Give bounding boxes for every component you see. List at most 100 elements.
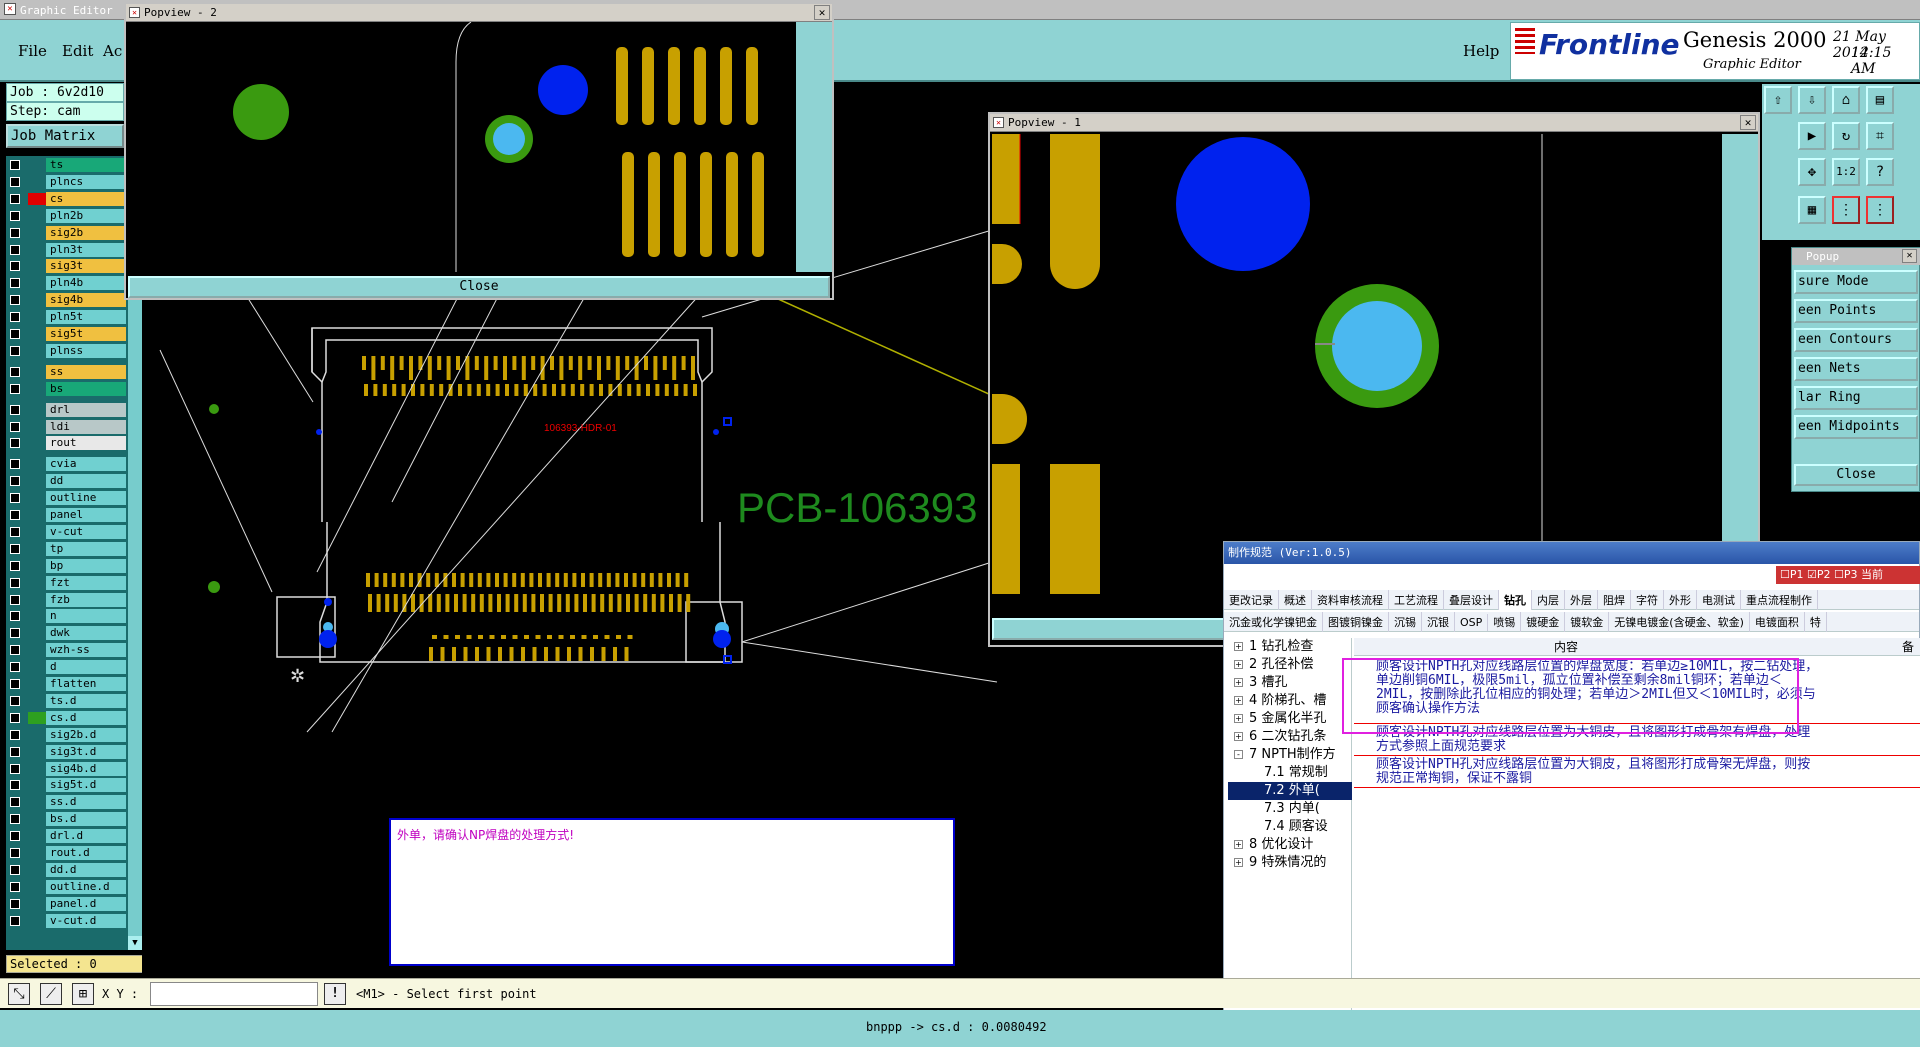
- layer-checkbox[interactable]: [10, 329, 20, 339]
- collapse-icon[interactable]: -: [1234, 750, 1243, 759]
- menu-edit[interactable]: Edit: [62, 42, 93, 60]
- close-icon[interactable]: ✕: [1740, 115, 1756, 130]
- layer-row-sig2b.d[interactable]: sig2b.d: [6, 727, 126, 742]
- rule-tab[interactable]: OSP: [1455, 614, 1489, 631]
- layer-checkbox[interactable]: [10, 510, 20, 520]
- layer-checkbox[interactable]: [10, 814, 20, 825]
- scale-button[interactable]: 1:2: [1832, 158, 1860, 186]
- layer-row-plnss[interactable]: plnss: [6, 343, 126, 358]
- layer-row-sig3t[interactable]: sig3t: [6, 259, 126, 274]
- layer-checkbox[interactable]: [10, 493, 20, 504]
- layer-row-rout[interactable]: rout: [6, 436, 126, 451]
- layer-checkbox[interactable]: [10, 560, 20, 571]
- tree-item[interactable]: +9 特殊情况的: [1228, 854, 1352, 872]
- measure-option[interactable]: een Points: [1794, 299, 1918, 323]
- layer-row-bp[interactable]: bp: [6, 558, 126, 573]
- tree-item[interactable]: +4 阶梯孔、槽: [1228, 692, 1352, 710]
- layer-row-cs.d[interactable]: cs.d: [6, 710, 126, 725]
- layer-row-dd.d[interactable]: dd.d: [6, 862, 126, 877]
- rule-tab[interactable]: 阻焊: [1598, 590, 1631, 610]
- rule-tab[interactable]: 电测试: [1697, 590, 1741, 610]
- question-icon[interactable]: ?: [1866, 158, 1894, 186]
- popview-2-close-button[interactable]: Close: [128, 276, 830, 298]
- layer-checkbox[interactable]: [10, 421, 20, 432]
- layer-checkbox[interactable]: [10, 244, 20, 255]
- expand-icon[interactable]: +: [1234, 678, 1243, 687]
- tree-item[interactable]: +5 金属化半孔: [1228, 710, 1352, 728]
- menu-actions[interactable]: Ac: [103, 42, 122, 60]
- layer-row-rout.d[interactable]: rout.d: [6, 846, 126, 860]
- layer-checkbox[interactable]: [10, 543, 20, 554]
- expand-icon[interactable]: +: [1234, 840, 1243, 849]
- layer-row-drl.d[interactable]: drl.d: [6, 829, 126, 844]
- xy-input[interactable]: [150, 982, 318, 1006]
- layer-checkbox[interactable]: [10, 898, 20, 909]
- tree-item[interactable]: -7 NPTH制作方: [1228, 746, 1352, 764]
- menu-file[interactable]: File: [18, 42, 47, 60]
- layer-row-dwk[interactable]: dwk: [6, 626, 126, 641]
- layer-checkbox[interactable]: [10, 366, 20, 377]
- layer-checkbox[interactable]: [10, 679, 20, 689]
- expand-icon[interactable]: +: [1234, 732, 1243, 741]
- tool-button-2[interactable]: ⇩: [1798, 86, 1826, 114]
- rule-tab[interactable]: 沉锡: [1389, 612, 1422, 632]
- layer-row-sig2b[interactable]: sig2b: [6, 225, 126, 240]
- close-icon[interactable]: ✕: [814, 5, 830, 20]
- layer-row-tp[interactable]: tp: [6, 541, 126, 556]
- p3-checkbox[interactable]: ☐: [1834, 568, 1844, 581]
- tree-item[interactable]: 7.1 常规制: [1228, 764, 1352, 782]
- job-matrix-button[interactable]: Job Matrix ...: [6, 124, 124, 164]
- layer-checkbox[interactable]: [10, 662, 20, 673]
- alert-icon[interactable]: !: [324, 983, 346, 1005]
- tree-item[interactable]: +6 二次钻孔条: [1228, 728, 1352, 746]
- tree-item[interactable]: 7.3 内单(: [1228, 800, 1352, 818]
- layer-row-ss[interactable]: ss: [6, 364, 126, 379]
- layer-row-ts.d[interactable]: ts.d: [6, 693, 126, 708]
- layer-checkbox[interactable]: [10, 881, 20, 892]
- layer-tool-2[interactable]: ⋮: [1866, 196, 1894, 224]
- move-icon[interactable]: ✥: [1798, 158, 1826, 186]
- measure-option[interactable]: lar Ring: [1794, 386, 1918, 410]
- close-icon[interactable]: ✕: [1902, 249, 1917, 263]
- layer-row-drl[interactable]: drl: [6, 402, 126, 417]
- layer-checkbox[interactable]: [10, 160, 20, 170]
- layer-row-panel[interactable]: panel: [6, 508, 126, 522]
- layer-checkbox[interactable]: [10, 628, 20, 639]
- rule-row[interactable]: 顾客设计NPTH孔对应线路层位置为大铜皮，且将图形打成骨架无焊盘，则按规范正常掏…: [1354, 756, 1920, 788]
- layer-checkbox[interactable]: [10, 345, 20, 356]
- layer-checkbox[interactable]: [10, 193, 20, 204]
- layer-row-wzh-ss[interactable]: wzh-ss: [6, 643, 126, 658]
- layer-checkbox[interactable]: [10, 729, 20, 740]
- layer-row-fzb[interactable]: fzb: [6, 592, 126, 607]
- layer-row-pln5t[interactable]: pln5t: [6, 310, 126, 325]
- rule-tab[interactable]: 钻孔: [1499, 590, 1532, 610]
- layer-row-bs[interactable]: bs: [6, 381, 126, 396]
- p1-checkbox[interactable]: ☐: [1780, 568, 1790, 581]
- popview-2-canvas[interactable]: [126, 22, 796, 272]
- layer-row-d[interactable]: d: [6, 660, 126, 675]
- tool-button-4[interactable]: ▤: [1866, 86, 1894, 114]
- rule-tab[interactable]: 喷锡: [1488, 612, 1522, 632]
- rule-tab[interactable]: 更改记录: [1224, 590, 1279, 610]
- rule-tab[interactable]: 叠层设计: [1444, 590, 1499, 610]
- layer-checkbox[interactable]: [10, 645, 20, 656]
- layer-row-ldi[interactable]: ldi: [6, 419, 126, 434]
- layer-checkbox[interactable]: [10, 476, 20, 487]
- layer-checkbox[interactable]: [10, 526, 20, 537]
- layer-row-sig5t[interactable]: sig5t: [6, 327, 126, 341]
- layer-checkbox[interactable]: [10, 594, 20, 605]
- layer-row-flatten[interactable]: flatten: [6, 677, 126, 691]
- layer-row-cvia[interactable]: cvia: [6, 457, 126, 472]
- tree-item[interactable]: 7.2 外单(: [1228, 782, 1352, 800]
- layer-checkbox[interactable]: [10, 278, 20, 289]
- layer-checkbox[interactable]: [10, 295, 20, 306]
- rule-tab[interactable]: 沉金或化学镍钯金: [1224, 612, 1323, 632]
- layer-checkbox[interactable]: [10, 915, 20, 926]
- snap-icon[interactable]: ⊞: [72, 983, 94, 1005]
- layer-row-ss.d[interactable]: ss.d: [6, 795, 126, 810]
- layer-row-panel.d[interactable]: panel.d: [6, 896, 126, 911]
- measure-option[interactable]: een Nets: [1794, 357, 1918, 381]
- layer-row-sig4b.d[interactable]: sig4b.d: [6, 761, 126, 776]
- rule-tab[interactable]: 重点流程制作: [1741, 590, 1818, 610]
- rule-tab[interactable]: 外形: [1664, 590, 1697, 610]
